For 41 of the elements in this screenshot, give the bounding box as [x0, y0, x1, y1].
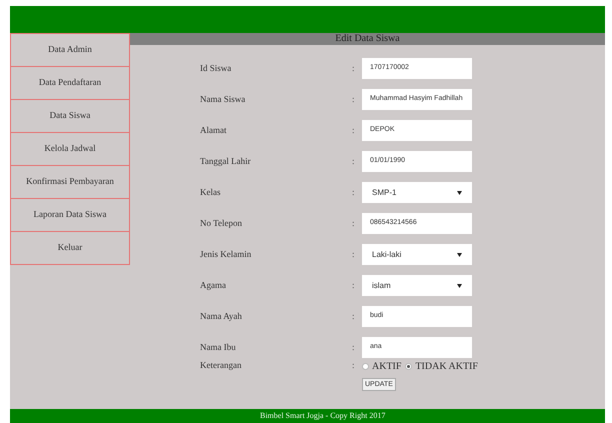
- colon: :: [352, 216, 356, 230]
- radio-button[interactable]: [405, 362, 412, 370]
- colon: :: [352, 340, 356, 354]
- footer-text: Bimbel Smart Jogja - Copy Right 2017: [260, 410, 386, 422]
- colon: :: [352, 359, 356, 372]
- field-label: Jenis Kelamin: [200, 248, 252, 261]
- field-label: No Telepon: [200, 216, 243, 230]
- sidebar-item[interactable]: Laporan Data Siswa: [10, 198, 130, 232]
- field-label: Tanggal Lahir: [200, 154, 252, 168]
- select-field[interactable]: islam: [362, 275, 472, 296]
- sidebar-item[interactable]: Kelola Jadwal: [10, 132, 130, 166]
- caret-icon: [457, 252, 462, 256]
- radio-button[interactable]: [362, 362, 369, 370]
- colon: :: [352, 278, 356, 292]
- colon: :: [352, 124, 356, 137]
- colon: :: [352, 186, 356, 199]
- field-label: Nama Ibu: [200, 340, 237, 354]
- sidebar-item[interactable]: Konfirmasi Pembayaran: [10, 165, 130, 199]
- sidebar-item[interactable]: Data Pendaftaran: [10, 66, 130, 100]
- field-label: Keterangan: [200, 359, 242, 372]
- select-field[interactable]: Laki-laki: [362, 244, 472, 265]
- field-label: Agama: [200, 278, 227, 292]
- colon: :: [352, 62, 356, 75]
- field-label: Kelas: [200, 186, 222, 199]
- colon: :: [352, 92, 356, 106]
- select-field[interactable]: SMP-1: [362, 182, 472, 203]
- colon: :: [352, 248, 356, 261]
- field-label: Alamat: [200, 124, 228, 137]
- form-title: Edit Data Siswa: [130, 33, 605, 45]
- field-label: Nama Siswa: [200, 92, 246, 106]
- caret-icon: [457, 190, 462, 194]
- sidebar-item[interactable]: Keluar: [10, 231, 130, 265]
- sidebar-item[interactable]: Data Admin: [10, 33, 130, 67]
- field-label: Nama Ayah: [200, 310, 243, 323]
- radio-label: AKTIF: [372, 360, 402, 374]
- field-label: Id Siswa: [200, 62, 232, 75]
- colon: :: [352, 310, 356, 323]
- radio-label: TIDAK AKTIF: [415, 360, 478, 374]
- colon: :: [352, 154, 356, 168]
- caret-icon: [457, 284, 462, 288]
- sidebar-item[interactable]: Data Siswa: [10, 99, 130, 133]
